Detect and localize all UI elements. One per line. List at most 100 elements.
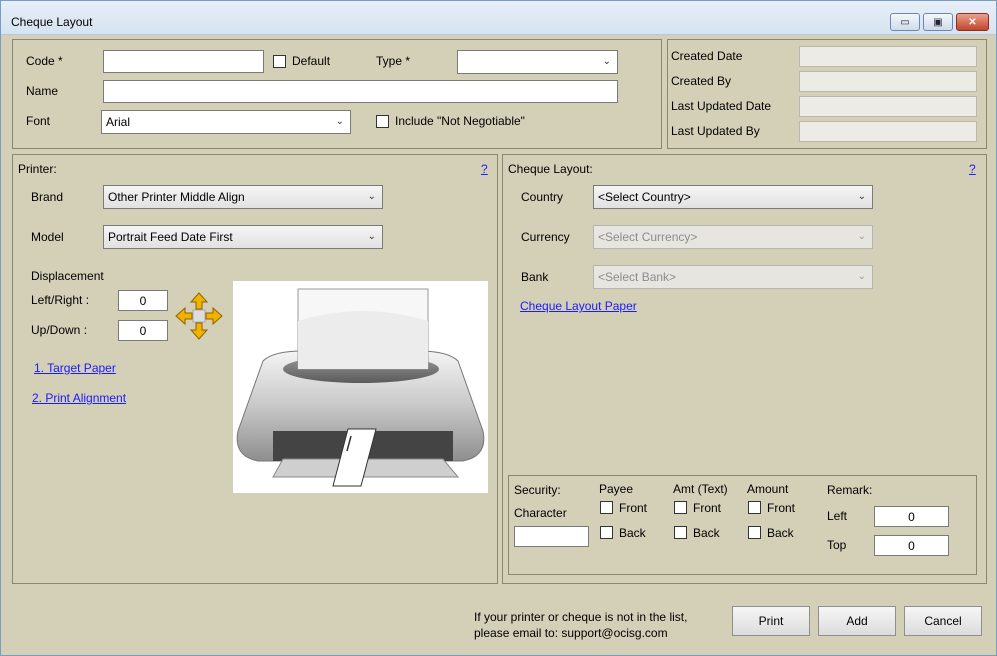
cheque-layout-paper-link[interactable]: Cheque Layout Paper xyxy=(520,299,637,313)
print-button[interactable]: Print xyxy=(732,606,810,636)
model-select[interactable]: Portrait Feed Date First ⌄ xyxy=(103,225,383,249)
bank-label: Bank xyxy=(521,270,549,284)
amount-back-label: Back xyxy=(767,526,794,540)
amt-text-back-label: Back xyxy=(693,526,720,540)
left-right-input[interactable] xyxy=(118,290,168,311)
font-select-value: Arial xyxy=(106,115,131,129)
not-negotiable-checkbox[interactable] xyxy=(376,115,389,128)
close-icon: ✕ xyxy=(968,16,977,28)
chevron-down-icon: ⌄ xyxy=(367,191,376,202)
minimize-button[interactable]: ▭ xyxy=(890,13,920,31)
maximize-button[interactable]: ▣ xyxy=(923,13,953,31)
amt-text-front-checkbox[interactable] xyxy=(674,501,687,514)
amount-front-label: Front xyxy=(767,501,796,515)
remark-top-input[interactable] xyxy=(874,535,949,556)
support-note-line2: please email to: support@ocisg.com xyxy=(474,626,668,640)
printer-section-label: Printer: xyxy=(18,162,57,176)
print-button-label: Print xyxy=(758,614,784,628)
chevron-down-icon: ⌄ xyxy=(602,56,611,67)
payee-label: Payee xyxy=(599,482,634,496)
arrow-pad-center xyxy=(192,309,206,323)
amt-text-back-checkbox[interactable] xyxy=(674,526,687,539)
character-input[interactable] xyxy=(514,526,589,547)
cheque-layout-section-label: Cheque Layout: xyxy=(508,162,593,176)
currency-label: Currency xyxy=(521,230,570,244)
name-label: Name xyxy=(26,84,59,98)
amt-text-label: Amt (Text) xyxy=(673,482,728,496)
last-updated-date-field xyxy=(799,96,977,117)
arrow-up-icon[interactable] xyxy=(189,292,209,310)
payee-back-checkbox[interactable] xyxy=(600,526,613,539)
cancel-button[interactable]: Cancel xyxy=(904,606,982,636)
last-updated-date-label: Last Updated Date xyxy=(671,99,772,113)
bank-select[interactable]: <Select Bank> ⌄ xyxy=(593,265,873,289)
model-label: Model xyxy=(31,230,64,244)
printer-illustration xyxy=(233,281,488,493)
left-right-label: Left/Right : xyxy=(31,293,90,307)
brand-select[interactable]: Other Printer Middle Align ⌄ xyxy=(103,185,383,209)
chevron-down-icon: ⌄ xyxy=(857,191,866,202)
minimize-icon: ▭ xyxy=(900,16,910,28)
up-down-label: Up/Down : xyxy=(31,323,88,337)
country-label: Country xyxy=(521,190,564,204)
cancel-button-label: Cancel xyxy=(924,614,962,628)
arrow-right-icon[interactable] xyxy=(205,306,223,326)
chevron-down-icon: ⌄ xyxy=(367,231,376,242)
close-button[interactable]: ✕ xyxy=(956,13,989,31)
code-label: Code * xyxy=(26,54,63,68)
brand-select-value: Other Printer Middle Align xyxy=(108,190,245,204)
add-button-label: Add xyxy=(846,614,868,628)
chevron-down-icon: ⌄ xyxy=(857,231,866,242)
currency-select-value: <Select Currency> xyxy=(598,230,698,244)
created-by-field xyxy=(799,71,977,92)
font-label: Font xyxy=(26,114,51,128)
remark-left-label: Left xyxy=(827,509,848,523)
created-date-field xyxy=(799,46,977,67)
remark-left-input[interactable] xyxy=(874,506,949,527)
amount-front-checkbox[interactable] xyxy=(748,501,761,514)
default-checkbox[interactable] xyxy=(273,55,286,68)
name-input[interactable] xyxy=(103,80,618,103)
printer-icon xyxy=(236,288,485,487)
add-button[interactable]: Add xyxy=(818,606,896,636)
brand-label: Brand xyxy=(31,190,64,204)
code-input[interactable] xyxy=(103,50,264,73)
character-label: Character xyxy=(514,506,567,520)
title-bar: Cheque Layout ▭ ▣ ✕ xyxy=(1,1,996,35)
arrow-left-icon[interactable] xyxy=(175,306,193,326)
type-select[interactable]: ⌄ xyxy=(457,50,618,74)
chevron-down-icon: ⌄ xyxy=(857,271,866,282)
cheque-layout-window: Cheque Layout ▭ ▣ ✕ Code * Default Type … xyxy=(0,0,997,656)
cheque-layout-help-link[interactable]: ? xyxy=(969,162,976,176)
up-down-input[interactable] xyxy=(118,320,168,341)
remark-label: Remark: xyxy=(827,483,873,497)
font-select[interactable]: Arial ⌄ xyxy=(101,110,351,134)
last-updated-by-label: Last Updated By xyxy=(671,124,760,138)
amt-text-front-label: Front xyxy=(693,501,722,515)
payee-front-checkbox[interactable] xyxy=(600,501,613,514)
default-label: Default xyxy=(292,54,331,68)
type-label: Type * xyxy=(376,54,411,68)
last-updated-by-field xyxy=(799,121,977,142)
arrow-down-icon[interactable] xyxy=(189,322,209,340)
currency-select[interactable]: <Select Currency> ⌄ xyxy=(593,225,873,249)
window-title: Cheque Layout xyxy=(11,15,93,29)
displacement-arrow-pad[interactable] xyxy=(174,291,224,341)
created-by-label: Created By xyxy=(671,74,732,88)
chevron-down-icon: ⌄ xyxy=(335,116,344,127)
target-paper-link[interactable]: 1. Target Paper xyxy=(34,361,116,375)
country-select-value: <Select Country> xyxy=(598,190,691,204)
print-alignment-link[interactable]: 2. Print Alignment xyxy=(32,391,126,405)
amount-back-checkbox[interactable] xyxy=(748,526,761,539)
payee-front-label: Front xyxy=(619,501,648,515)
model-select-value: Portrait Feed Date First xyxy=(108,230,233,244)
printer-help-link[interactable]: ? xyxy=(481,162,488,176)
bank-select-value: <Select Bank> xyxy=(598,270,677,284)
payee-back-label: Back xyxy=(619,526,646,540)
country-select[interactable]: <Select Country> ⌄ xyxy=(593,185,873,209)
not-negotiable-label: Include "Not Negotiable" xyxy=(395,114,525,128)
maximize-icon: ▣ xyxy=(933,16,943,28)
security-label: Security: xyxy=(514,483,561,497)
support-note-line1: If your printer or cheque is not in the … xyxy=(474,610,688,624)
amount-label: Amount xyxy=(747,482,789,496)
